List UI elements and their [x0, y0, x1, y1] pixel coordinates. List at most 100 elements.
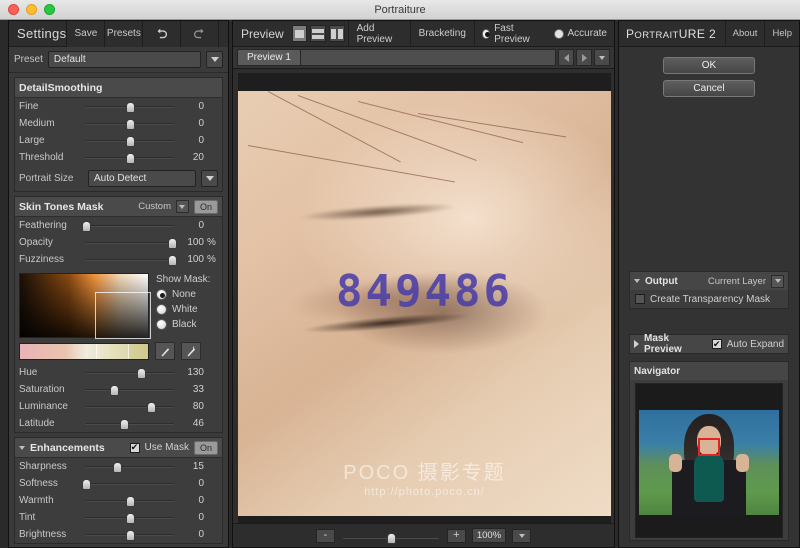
saturation-slider[interactable]: [83, 381, 176, 398]
enhancements-header[interactable]: Enhancements ✔ Use Mask On: [15, 438, 222, 458]
fast-preview-option[interactable]: Fast Preview: [473, 20, 547, 47]
portrait-size-select[interactable]: Auto Detect: [88, 170, 196, 187]
warmth-slider[interactable]: [83, 492, 176, 509]
slider-knob[interactable]: [125, 136, 135, 147]
tone-swatch-bar[interactable]: [19, 342, 149, 360]
slider-knob[interactable]: [119, 419, 129, 430]
skin-tones-preset-dropdown-button[interactable]: [175, 200, 189, 213]
zoom-menu-button[interactable]: [512, 528, 532, 543]
show-mask-group: Show Mask: None White Black: [156, 273, 210, 338]
color-gradient-selection[interactable]: [95, 292, 151, 339]
tone-swatch-selection[interactable]: [96, 343, 129, 359]
zoom-out-button[interactable]: -: [315, 528, 335, 543]
slider-knob[interactable]: [136, 368, 146, 379]
presets-button[interactable]: Presets: [104, 21, 143, 47]
horizontal-split-view-button[interactable]: [310, 25, 326, 42]
preview-prev-button[interactable]: [558, 49, 574, 66]
slider-knob[interactable]: [81, 221, 91, 232]
slider-knob[interactable]: [125, 530, 135, 541]
output-header[interactable]: Output Current Layer: [630, 272, 788, 290]
latitude-slider[interactable]: [83, 415, 176, 432]
help-button[interactable]: Help: [764, 20, 799, 47]
hue-slider[interactable]: [83, 364, 176, 381]
slider-knob[interactable]: [113, 462, 123, 473]
chevron-right-icon[interactable]: [634, 340, 639, 348]
add-preview-button[interactable]: Add Preview: [347, 20, 410, 47]
slider-knob[interactable]: [125, 153, 135, 164]
navigator-thumbnail[interactable]: [635, 383, 783, 538]
accurate-option[interactable]: Accurate: [547, 21, 614, 47]
luminance-slider[interactable]: [83, 398, 176, 415]
fuzziness-slider[interactable]: [83, 251, 178, 268]
cancel-button[interactable]: Cancel: [663, 80, 755, 97]
medium-slider[interactable]: [83, 115, 176, 132]
threshold-slider[interactable]: [83, 149, 176, 166]
show-mask-option-black[interactable]: Black: [156, 319, 210, 330]
about-button[interactable]: About: [724, 20, 765, 47]
create-transparency-mask-checkbox[interactable]: [635, 294, 645, 304]
radio-icon[interactable]: [553, 28, 564, 39]
preset-select[interactable]: Default: [47, 51, 201, 68]
slider-knob[interactable]: [125, 513, 135, 524]
detail-smoothing-header[interactable]: DetailSmoothing: [15, 78, 222, 98]
zoom-slider[interactable]: [341, 529, 441, 544]
chevron-down-icon[interactable]: [19, 445, 25, 450]
radio-icon[interactable]: [156, 319, 167, 330]
output-target-dropdown-button[interactable]: [771, 274, 784, 288]
transparency-mask-row[interactable]: Create Transparency Mask: [630, 290, 788, 308]
output-target-value[interactable]: Current Layer: [708, 276, 766, 287]
zoom-in-button[interactable]: +: [446, 528, 466, 543]
skin-tones-mask-toggle[interactable]: On: [193, 199, 218, 214]
preview-next-button[interactable]: [576, 49, 592, 66]
radio-icon[interactable]: [156, 289, 167, 300]
radio-icon[interactable]: [481, 28, 491, 39]
slider-value: 46: [192, 418, 204, 429]
preview-image-canvas[interactable]: 849486 POCO 摄影专题 http://photo.poco.cn/: [238, 73, 611, 533]
softness-slider[interactable]: [81, 475, 176, 492]
preset-dropdown-button[interactable]: [206, 51, 223, 68]
slider-knob[interactable]: [168, 255, 178, 266]
eyedropper-button[interactable]: [155, 342, 175, 360]
feathering-slider[interactable]: [81, 217, 176, 234]
preview-tab-menu-button[interactable]: [594, 49, 610, 66]
portrait-size-dropdown-button[interactable]: [201, 170, 218, 187]
slider-knob[interactable]: [146, 402, 156, 413]
radio-icon[interactable]: [156, 304, 167, 315]
brightness-slider[interactable]: [83, 526, 176, 543]
enhancements-toggle[interactable]: On: [193, 440, 218, 455]
show-mask-option-none[interactable]: None: [156, 289, 210, 300]
slider-knob[interactable]: [168, 238, 178, 249]
undo-button[interactable]: [142, 21, 181, 47]
chevron-down-icon[interactable]: [634, 279, 640, 283]
eyedropper-add-button[interactable]: [181, 342, 201, 360]
slider-knob[interactable]: [125, 102, 135, 113]
zoom-level-value[interactable]: 100%: [471, 528, 507, 543]
use-mask-checkbox[interactable]: ✔: [129, 442, 140, 453]
slider-knob[interactable]: [125, 496, 135, 507]
sharpness-slider[interactable]: [83, 458, 176, 475]
vertical-split-view-button[interactable]: [328, 25, 345, 42]
mask-preview-header[interactable]: Mask Preview ✔ Auto Expand: [630, 333, 788, 355]
ok-button[interactable]: OK: [663, 57, 755, 74]
skin-tones-preset-value[interactable]: Custom: [138, 201, 171, 212]
slider-knob[interactable]: [81, 479, 91, 490]
tab-preview-1[interactable]: Preview 1: [237, 49, 301, 66]
bracketing-button[interactable]: Bracketing: [409, 20, 474, 47]
navigator-viewport-rect[interactable]: [698, 438, 720, 456]
single-view-button[interactable]: [291, 25, 308, 42]
fine-slider[interactable]: [83, 98, 176, 115]
save-button[interactable]: Save: [66, 21, 105, 47]
show-mask-option-white[interactable]: White: [156, 304, 210, 315]
redo-button[interactable]: [180, 21, 219, 47]
tint-slider[interactable]: [83, 509, 176, 526]
auto-expand-checkbox[interactable]: ✔: [711, 339, 722, 349]
slider-track: [85, 389, 174, 391]
opacity-slider[interactable]: [83, 234, 178, 251]
slider-knob[interactable]: [125, 119, 135, 130]
skin-tones-mask-header[interactable]: Skin Tones Mask Custom On: [15, 197, 222, 217]
slider-knob[interactable]: [109, 385, 119, 396]
settings-menu-button[interactable]: [218, 21, 228, 47]
slider-knob[interactable]: [386, 532, 396, 544]
large-slider[interactable]: [83, 132, 176, 149]
hair-strand: [297, 95, 477, 162]
